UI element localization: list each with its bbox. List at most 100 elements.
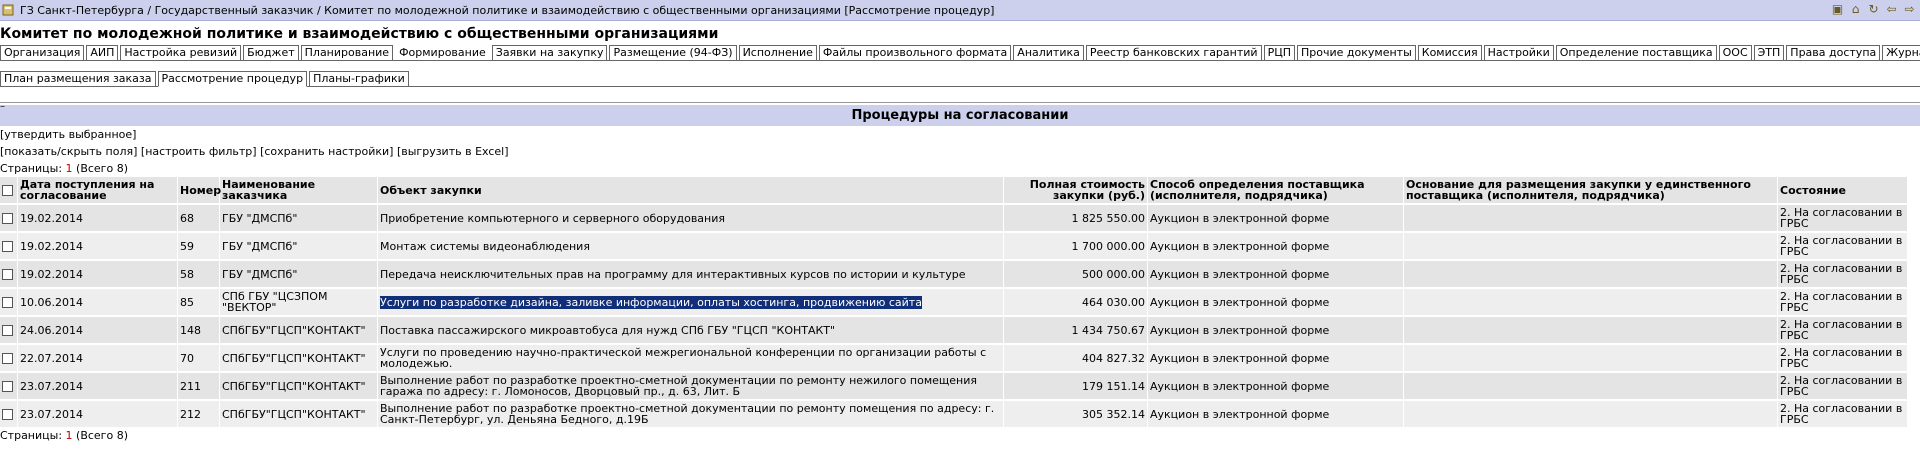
table-row[interactable]: 23.07.2014 212 СПбГБУ"ГЦСП"КОНТАКТ" Выполне… (0, 399, 1908, 427)
subtab-1[interactable]: План размещения заказа (0, 71, 156, 86)
toggle-fields-link[interactable]: [показать/скрыть поля] (0, 145, 137, 158)
date-cell: 10.06.2014 (18, 287, 178, 315)
date-cell: 23.07.2014 (18, 399, 178, 427)
tab-20[interactable]: Права доступа (1786, 45, 1881, 60)
object-cell: Приобретение компьютерного и серверного … (378, 203, 1004, 231)
basis-cell (1404, 231, 1778, 259)
tab-19[interactable]: ЭТП (1753, 45, 1785, 60)
pager-bottom: Страницы: 1 (Всего 8) (0, 427, 1920, 444)
tab-21[interactable]: Журнал (1882, 45, 1920, 60)
tab-13[interactable]: РЦП (1263, 45, 1296, 60)
tab-2[interactable]: АИП (86, 45, 119, 60)
pager-current-page[interactable]: 1 (66, 429, 73, 442)
table-row[interactable]: 24.06.2014 148 СПбГБУ"ГЦСП"КОНТАКТ" Поставк… (0, 315, 1908, 343)
number-cell: 85 (178, 287, 220, 315)
method-cell: Аукцион в электронной форме (1148, 343, 1404, 371)
row-select-cell (0, 231, 18, 259)
subtab-3[interactable]: Планы-графики (309, 71, 409, 86)
table-row[interactable]: 19.02.2014 59 ГБУ "ДМСПб" Монтаж системы ви… (0, 231, 1908, 259)
row-select-cell (0, 371, 18, 399)
actions-line: [показать/скрыть поля] [настроить фильтр… (0, 143, 1920, 160)
tab-16[interactable]: Настройки (1483, 45, 1554, 60)
row-checkbox[interactable] (2, 352, 13, 364)
filter-link[interactable]: [настроить фильтр] (141, 145, 257, 158)
export-excel-link[interactable]: [выгрузить в Excel] (397, 145, 509, 158)
column-header-date[interactable]: Дата поступления на согласование (18, 177, 178, 203)
table-row[interactable]: 22.07.2014 70 СПбГБУ"ГЦСП"КОНТАКТ" Услуги п… (0, 343, 1908, 371)
row-checkbox[interactable] (2, 380, 13, 392)
tab-10[interactable]: Файлы произвольного формата (818, 45, 1012, 60)
column-header-cost[interactable]: Полная стоимость закупки (руб.) (1004, 177, 1148, 203)
row-checkbox[interactable] (2, 240, 13, 252)
customer-cell: СПбГБУ"ГЦСП"КОНТАКТ" (220, 315, 378, 343)
cost-cell: 305 352.14 (1004, 399, 1148, 427)
approve-line: [утвердить выбранное] (0, 126, 1920, 143)
window-title: ГЗ Санкт-Петербурга / Государственный за… (20, 3, 995, 17)
tab-15[interactable]: Комиссия (1417, 45, 1482, 60)
column-header-object[interactable]: Объект закупки (378, 177, 1004, 203)
row-select-cell (0, 203, 18, 231)
tab-4[interactable]: Бюджет (243, 45, 299, 60)
number-cell: 70 (178, 343, 220, 371)
row-checkbox[interactable] (2, 212, 13, 224)
tab-1[interactable]: Организация (0, 45, 85, 60)
table-row[interactable]: 19.02.2014 68 ГБУ "ДМСПб" Приобретение комп… (0, 203, 1908, 231)
date-cell: 19.02.2014 (18, 231, 178, 259)
cost-cell: 1 434 750.67 (1004, 315, 1148, 343)
tab-3[interactable]: Настройка ревизий (120, 45, 242, 60)
state-cell: 2. На согласовании в ГРБС (1778, 287, 1908, 315)
row-checkbox[interactable] (2, 324, 13, 336)
date-cell: 19.02.2014 (18, 203, 178, 231)
row-checkbox[interactable] (2, 296, 13, 308)
row-checkbox[interactable] (2, 408, 13, 420)
date-cell: 24.06.2014 (18, 315, 178, 343)
approve-selected-link[interactable]: [утвердить выбранное] (0, 128, 136, 141)
object-text-selected: Услуги по разработке дизайна, заливке ин… (380, 295, 922, 309)
home-icon[interactable]: ⌂ (1849, 3, 1862, 16)
folder-icon[interactable]: ▣ (1831, 3, 1844, 16)
cost-cell: 464 030.00 (1004, 287, 1148, 315)
collapse-toggle[interactable]: – (0, 102, 5, 112)
object-cell: Услуги по разработке дизайна, заливке ин… (378, 287, 1004, 315)
tab-11[interactable]: Аналитика (1013, 45, 1084, 60)
main-tabs: Организация АИП Настройка ревизий Бюджет Пла… (0, 45, 1920, 61)
row-checkbox[interactable] (2, 268, 13, 280)
tab-18[interactable]: ООС (1718, 45, 1752, 60)
toolbar-icons: ▣ ⌂ ↻ ⇦ ⇨ (1831, 3, 1916, 16)
table-row[interactable]: 23.07.2014 211 СПбГБУ"ГЦСП"КОНТАКТ" Выполне… (0, 371, 1908, 399)
tab-7[interactable]: Заявки на закупку (491, 45, 608, 60)
refresh-icon[interactable]: ↻ (1867, 3, 1880, 16)
pager-label: Страницы: (0, 429, 63, 442)
tab-6[interactable]: Формирование (395, 45, 490, 60)
tab-14[interactable]: Прочие документы (1297, 45, 1416, 60)
pager-total: (Всего 8) (76, 429, 128, 442)
number-cell: 148 (178, 315, 220, 343)
forward-icon[interactable]: ⇨ (1903, 3, 1916, 16)
save-settings-link[interactable]: [сохранить настройки] (260, 145, 393, 158)
tab-9[interactable]: Исполнение (738, 45, 817, 60)
column-header-number[interactable]: Номер (178, 177, 221, 203)
back-icon[interactable]: ⇦ (1885, 3, 1898, 16)
basis-cell (1404, 343, 1778, 371)
row-select-cell (0, 399, 18, 427)
tab-12[interactable]: Реестр банковских гарантий (1085, 45, 1262, 60)
column-header-basis[interactable]: Основание для размещения закупки у единс… (1404, 177, 1778, 203)
pager-current-page[interactable]: 1 (66, 162, 73, 175)
state-cell: 2. На согласовании в ГРБС (1778, 399, 1908, 427)
table-header-row: Дата поступления на согласование Номер Н… (0, 177, 1908, 203)
tab-5[interactable]: Планирование (300, 45, 394, 60)
select-all-checkbox[interactable] (2, 184, 13, 196)
column-header-method[interactable]: Способ определения поставщика (исполните… (1148, 177, 1404, 203)
column-header-state[interactable]: Состояние (1778, 177, 1908, 203)
table-row[interactable]: 19.02.2014 58 ГБУ "ДМСПб" Передача неисключ… (0, 259, 1908, 287)
column-header-customer[interactable]: Наименование заказчика (220, 177, 378, 203)
divider: – (0, 102, 1920, 112)
number-cell: 58 (178, 259, 220, 287)
subtab-2[interactable]: Рассмотрение процедур (157, 71, 308, 87)
table-row[interactable]: 10.06.2014 85 СПб ГБУ "ЦСЗПОМ "ВЕКТОР" Услу… (0, 287, 1908, 315)
state-cell: 2. На согласовании в ГРБС (1778, 231, 1908, 259)
sub-tabs: План размещения заказа Рассмотрение проце… (0, 71, 1920, 87)
tab-17[interactable]: Определение поставщика (1555, 45, 1717, 60)
object-cell: Выполнение работ по разработке проектно-… (378, 371, 1004, 399)
tab-8[interactable]: Размещение (94-ФЗ) (609, 45, 737, 60)
